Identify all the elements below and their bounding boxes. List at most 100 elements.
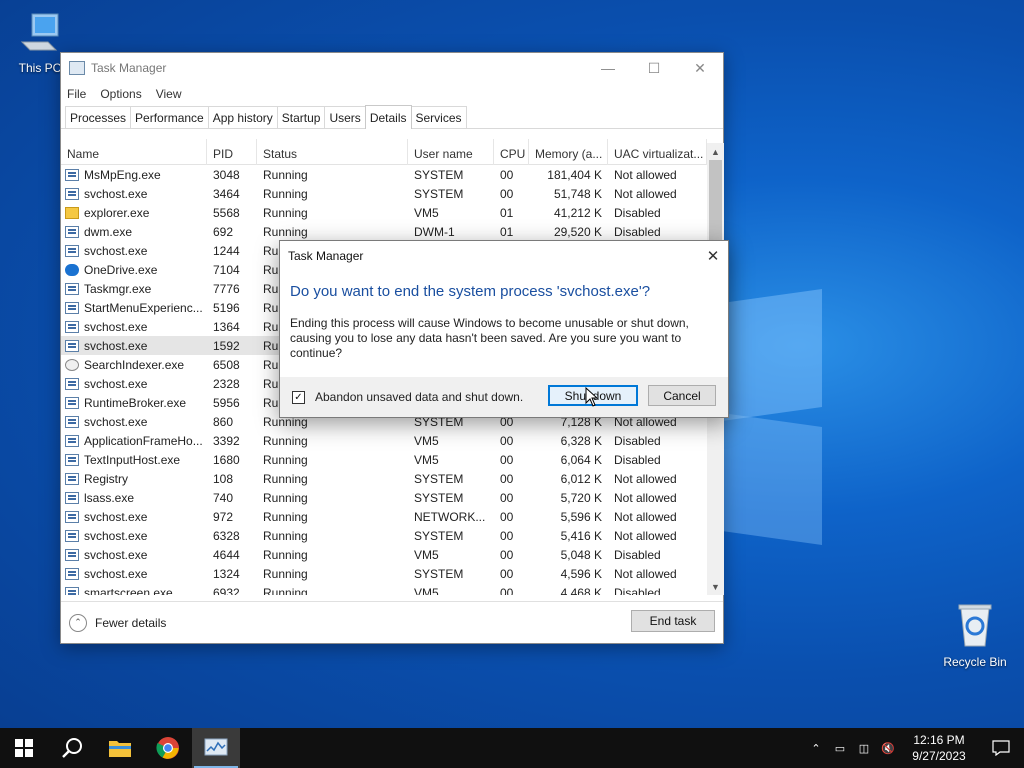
recycle-bin-icon	[935, 602, 1015, 651]
application-icon	[65, 415, 79, 428]
windows-logo-icon	[15, 739, 33, 757]
menu-view[interactable]: View	[156, 87, 182, 101]
clock[interactable]: 12:16 PM 9/27/2023	[900, 732, 978, 764]
scroll-down-icon[interactable]: ▼	[707, 578, 724, 595]
wallpaper-pane-upper	[722, 288, 822, 422]
chevron-up-icon[interactable]: ⌃	[804, 728, 828, 768]
application-icon	[65, 586, 79, 595]
footer: ⌃ Fewer details End task	[61, 601, 723, 643]
tab-services[interactable]: Services	[410, 106, 467, 128]
process-name: OneDrive.exe	[84, 262, 158, 277]
cell-uac: Disabled	[614, 452, 661, 467]
tab-performance[interactable]: Performance	[130, 106, 209, 128]
cell-name: svchost.exe	[61, 510, 207, 524]
table-row[interactable]: MsMpEng.exe 3048 Running SYSTEM 00 181,404 K N…	[61, 165, 707, 184]
tab-app-history[interactable]: App history	[207, 106, 278, 128]
clock-time: 12:16 PM	[913, 733, 965, 747]
tablet-icon[interactable]: ▭	[828, 728, 852, 768]
abandon-data-label[interactable]: Abandon unsaved data and shut down.	[315, 390, 523, 404]
dialog-heading: Do you want to end the system process 's…	[290, 283, 651, 300]
task-manager-taskbar-button[interactable]	[192, 728, 240, 768]
network-icon[interactable]: ◫	[852, 728, 876, 768]
column-header-pid[interactable]: PID	[207, 139, 257, 165]
cell-cpu: 00	[500, 167, 514, 182]
desktop-icon-recycle-bin[interactable]: Recycle Bin	[935, 602, 1015, 669]
fewer-details-link[interactable]: Fewer details	[95, 616, 166, 630]
cell-cpu: 00	[500, 452, 514, 467]
table-row[interactable]: TextInputHost.exe 1680 Running VM5 00 6,064 K…	[61, 450, 707, 469]
process-name: lsass.exe	[84, 490, 135, 505]
column-header-memory[interactable]: Memory (a...	[529, 139, 608, 165]
computer-icon	[0, 10, 80, 57]
cell-status: Running	[263, 205, 308, 220]
maximize-icon[interactable]: ☐	[631, 53, 677, 83]
cell-name: lsass.exe	[61, 491, 207, 505]
cell-status: Running	[263, 167, 308, 182]
cell-cpu: 00	[500, 186, 514, 201]
table-row[interactable]: smartscreen.exe 6932 Running VM5 00 4,468 K Di…	[61, 583, 707, 595]
table-row[interactable]: svchost.exe 1324 Running SYSTEM 00 4,596 K Not…	[61, 564, 707, 583]
start-button[interactable]	[0, 728, 48, 768]
cell-name: dwm.exe	[61, 225, 207, 239]
cell-cpu: 00	[500, 509, 514, 524]
volume-muted-icon[interactable]: 🔇	[876, 728, 900, 768]
dialog-message: Ending this process will cause Windows t…	[290, 316, 689, 360]
minimize-icon[interactable]: —	[585, 53, 631, 83]
menu-file[interactable]: File	[67, 87, 86, 101]
tab-startup[interactable]: Startup	[276, 106, 326, 128]
column-header-name[interactable]: Name	[61, 139, 207, 165]
table-row[interactable]: explorer.exe 5568 Running VM5 01 41,212 K Disa…	[61, 203, 707, 222]
tab-processes[interactable]: Processes	[65, 106, 132, 128]
menu-options[interactable]: Options	[100, 87, 141, 101]
cell-status: Running	[263, 471, 308, 486]
file-explorer-button[interactable]	[96, 728, 144, 768]
cell-pid: 740	[213, 490, 234, 505]
cell-pid: 972	[213, 509, 234, 524]
table-row[interactable]: dwm.exe 692 Running DWM-1 01 29,520 K Disabled	[61, 222, 707, 241]
cell-user: SYSTEM	[414, 528, 464, 543]
end-task-button[interactable]: End task	[631, 610, 715, 632]
cell-name: svchost.exe	[61, 415, 207, 429]
abandon-data-checkbox[interactable]: ✓	[292, 390, 305, 404]
cell-user: DWM-1	[414, 224, 455, 239]
tab-users[interactable]: Users	[324, 106, 366, 128]
chrome-button[interactable]	[144, 728, 192, 768]
table-row[interactable]: lsass.exe 740 Running SYSTEM 00 5,720 K Not al…	[61, 488, 707, 507]
cell-name: svchost.exe	[61, 320, 207, 334]
column-header-user-name[interactable]: User name	[408, 139, 494, 165]
process-name: RuntimeBroker.exe	[84, 395, 187, 410]
title-bar[interactable]: Task Manager — ☐ ✕	[61, 53, 723, 83]
cell-status: Running	[263, 509, 308, 524]
cancel-button[interactable]: Cancel	[648, 385, 716, 406]
table-row[interactable]: svchost.exe 6328 Running SYSTEM 00 5,416 K Not…	[61, 526, 707, 545]
cell-cpu: 01	[500, 224, 514, 239]
system-tray: ⌃ ▭ ◫ 🔇 12:16 PM 9/27/2023	[804, 728, 1024, 768]
table-row[interactable]: svchost.exe 972 Running NETWORK... 00 5,596 K…	[61, 507, 707, 526]
close-icon[interactable]: ✕	[698, 241, 728, 271]
cell-name: svchost.exe	[61, 567, 207, 581]
close-icon[interactable]: ✕	[677, 53, 723, 83]
cell-cpu: 00	[500, 471, 514, 486]
scroll-up-icon[interactable]: ▲	[707, 143, 724, 160]
cell-pid: 6932	[213, 585, 240, 596]
search-button[interactable]	[48, 728, 96, 768]
process-name: explorer.exe	[84, 205, 150, 220]
table-row[interactable]: ApplicationFrameHo... 3392 Running VM5 00 6,3…	[61, 431, 707, 450]
column-header-uac[interactable]: UAC virtualizat...	[608, 139, 707, 165]
column-header-cpu[interactable]: CPU	[494, 139, 529, 165]
notification-button[interactable]	[978, 728, 1024, 768]
tab-details[interactable]: Details	[364, 105, 412, 129]
cell-name: svchost.exe	[61, 548, 207, 562]
dialog-title-bar[interactable]: Task Manager ✕	[280, 241, 728, 271]
cell-mem: 29,520 K	[553, 224, 602, 239]
application-icon	[65, 244, 79, 257]
column-header-status[interactable]: Status	[257, 139, 408, 165]
application-icon	[65, 529, 79, 542]
table-row[interactable]: Registry 108 Running SYSTEM 00 6,012 K Not all…	[61, 469, 707, 488]
cell-pid: 1364	[213, 319, 240, 334]
cell-uac: Disabled	[614, 224, 661, 239]
table-row[interactable]: svchost.exe 3464 Running SYSTEM 00 51,748 K No…	[61, 184, 707, 203]
chevron-up-icon[interactable]: ⌃	[69, 613, 87, 632]
table-row[interactable]: svchost.exe 4644 Running VM5 00 5,048 K Disabl…	[61, 545, 707, 564]
application-icon	[65, 472, 79, 485]
